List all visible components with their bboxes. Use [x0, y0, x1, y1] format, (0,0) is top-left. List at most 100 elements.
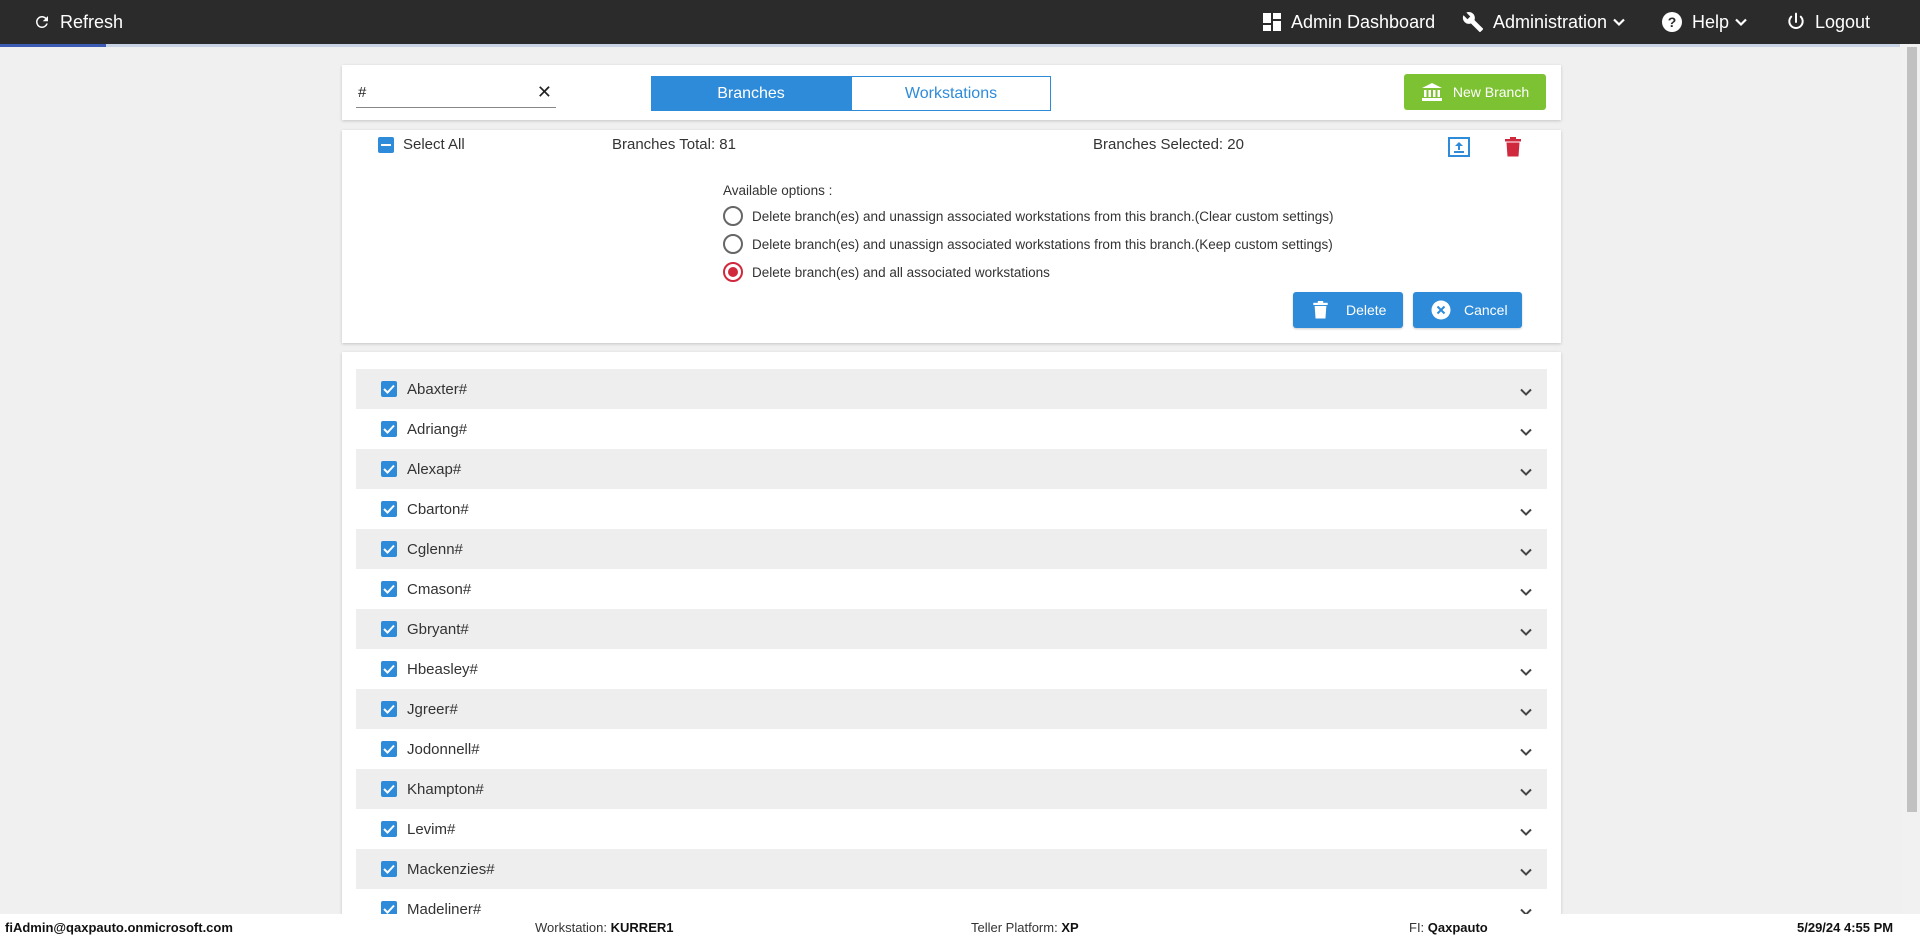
- branch-name: Alexap#: [407, 460, 462, 478]
- status-bar: fiAdmin@qaxpauto.onmicrosoft.com Worksta…: [0, 914, 1920, 941]
- branch-row[interactable]: Alexap#: [356, 449, 1547, 489]
- chevron-down-icon[interactable]: [1519, 784, 1533, 802]
- chevron-down-icon: [1613, 18, 1625, 27]
- checkmark-icon: [383, 824, 395, 834]
- checkmark-icon: [383, 384, 395, 394]
- chevron-down-icon[interactable]: [1519, 504, 1533, 522]
- refresh-button[interactable]: Refresh: [33, 0, 123, 44]
- chevron-down-icon[interactable]: [1519, 664, 1533, 682]
- chevron-down-icon[interactable]: [1519, 424, 1533, 442]
- delete-button[interactable]: Delete: [1293, 292, 1403, 328]
- svg-text:?: ?: [1668, 14, 1677, 30]
- branch-row[interactable]: Hbeasley#: [356, 649, 1547, 689]
- logout-button[interactable]: Logout: [1786, 0, 1870, 44]
- chevron-down-icon[interactable]: [1519, 464, 1533, 482]
- branch-checkbox[interactable]: [381, 541, 397, 557]
- branch-checkbox[interactable]: [381, 661, 397, 677]
- branch-name: Cbarton#: [407, 500, 469, 518]
- search-box: ✕: [356, 78, 556, 108]
- branch-checkbox[interactable]: [381, 701, 397, 717]
- logout-label: Logout: [1815, 11, 1871, 32]
- branch-row[interactable]: Abaxter#: [356, 369, 1547, 409]
- chevron-down-icon[interactable]: [1519, 624, 1533, 642]
- branch-row[interactable]: Levim#: [356, 809, 1547, 849]
- tab-branches[interactable]: Branches: [651, 76, 851, 111]
- delete-option-radio[interactable]: Delete branch(es) and all associated wor…: [723, 262, 1050, 282]
- branch-checkbox[interactable]: [381, 581, 397, 597]
- delete-option-radio[interactable]: Delete branch(es) and unassign associate…: [723, 234, 1333, 254]
- chevron-down-icon[interactable]: [1519, 544, 1533, 562]
- branch-row[interactable]: Madeliner#: [356, 889, 1547, 914]
- new-branch-label: New Branch: [1452, 84, 1530, 100]
- chevron-down-icon[interactable]: [1519, 704, 1533, 722]
- help-menu[interactable]: ? Help: [1661, 0, 1748, 44]
- branch-checkbox[interactable]: [381, 421, 397, 437]
- radio-unselected-icon: [723, 206, 743, 226]
- refresh-label: Refresh: [60, 11, 124, 32]
- export-button[interactable]: [1448, 137, 1470, 162]
- wrench-icon: [1462, 12, 1484, 33]
- cancel-label: Cancel: [1464, 302, 1508, 318]
- checkmark-icon: [383, 864, 395, 874]
- new-branch-button[interactable]: New Branch: [1404, 74, 1546, 110]
- tab-workstations[interactable]: Workstations: [851, 76, 1051, 111]
- bulk-actions-card: Select All Branches Total: 81 Branches S…: [342, 130, 1561, 343]
- clear-search-icon[interactable]: ✕: [537, 83, 552, 101]
- branch-row[interactable]: Khampton#: [356, 769, 1547, 809]
- chevron-down-icon[interactable]: [1519, 904, 1533, 914]
- branch-row[interactable]: Jgreer#: [356, 689, 1547, 729]
- branch-row[interactable]: Mackenzies#: [356, 849, 1547, 889]
- branch-name: Adriang#: [407, 420, 468, 438]
- delete-selected-button[interactable]: [1505, 137, 1521, 162]
- branch-checkbox[interactable]: [381, 381, 397, 397]
- available-options-label: Available options :: [723, 183, 833, 198]
- select-all-checkbox[interactable]: Select All: [378, 136, 465, 153]
- branch-checkbox[interactable]: [381, 901, 397, 914]
- chevron-down-icon[interactable]: [1519, 584, 1533, 602]
- delete-option-radio[interactable]: Delete branch(es) and unassign associate…: [723, 206, 1334, 226]
- loading-progress-bar: [0, 44, 1900, 47]
- trash-icon: [1505, 137, 1521, 157]
- administration-menu[interactable]: Administration: [1462, 0, 1626, 44]
- branch-checkbox[interactable]: [381, 861, 397, 877]
- chevron-down-icon[interactable]: [1519, 744, 1533, 762]
- delete-label: Delete: [1346, 302, 1387, 318]
- branch-checkbox[interactable]: [381, 621, 397, 637]
- branch-row[interactable]: Adriang#: [356, 409, 1547, 449]
- chevron-down-icon: [1735, 18, 1747, 27]
- branch-row[interactable]: Cmason#: [356, 569, 1547, 609]
- checkmark-icon: [383, 704, 395, 714]
- branch-list: Abaxter# Adriang# Alexap# Cbarton# Cglenn# Cm…: [356, 369, 1547, 914]
- admin-dashboard-link[interactable]: Admin Dashboard: [1262, 0, 1435, 44]
- checkmark-icon: [383, 424, 395, 434]
- scrollbar-thumb[interactable]: [1907, 47, 1917, 812]
- checkmark-icon: [383, 504, 395, 514]
- branch-name: Cmason#: [407, 580, 472, 598]
- status-platform: Teller Platform: XP: [971, 920, 1079, 935]
- branch-checkbox[interactable]: [381, 781, 397, 797]
- chevron-down-icon[interactable]: [1519, 824, 1533, 842]
- branch-checkbox[interactable]: [381, 741, 397, 757]
- branch-checkbox[interactable]: [381, 461, 397, 477]
- branch-row[interactable]: Cbarton#: [356, 489, 1547, 529]
- branch-row[interactable]: Cglenn#: [356, 529, 1547, 569]
- branch-checkbox[interactable]: [381, 501, 397, 517]
- branch-row[interactable]: Jodonnell#: [356, 729, 1547, 769]
- branch-row[interactable]: Gbryant#: [356, 609, 1547, 649]
- cancel-button[interactable]: Cancel: [1413, 292, 1522, 328]
- branch-name: Abaxter#: [407, 380, 468, 398]
- branch-header-card: ✕ Branches Workstations New Branch: [342, 65, 1561, 120]
- delete-option-label: Delete branch(es) and all associated wor…: [752, 264, 1050, 280]
- progress-fill: [0, 44, 107, 47]
- power-icon: [1788, 12, 1804, 29]
- checkmark-icon: [383, 904, 395, 914]
- indeterminate-checkbox-icon: [378, 136, 394, 153]
- branch-name: Cglenn#: [407, 540, 463, 558]
- chevron-down-icon[interactable]: [1519, 864, 1533, 882]
- select-all-label: Select All: [403, 136, 465, 153]
- branch-checkbox[interactable]: [381, 821, 397, 837]
- status-fi: FI: Qaxpauto: [1409, 920, 1488, 935]
- search-input[interactable]: [356, 78, 526, 106]
- chevron-down-icon[interactable]: [1519, 384, 1533, 402]
- page-scrollbar[interactable]: [1903, 47, 1920, 914]
